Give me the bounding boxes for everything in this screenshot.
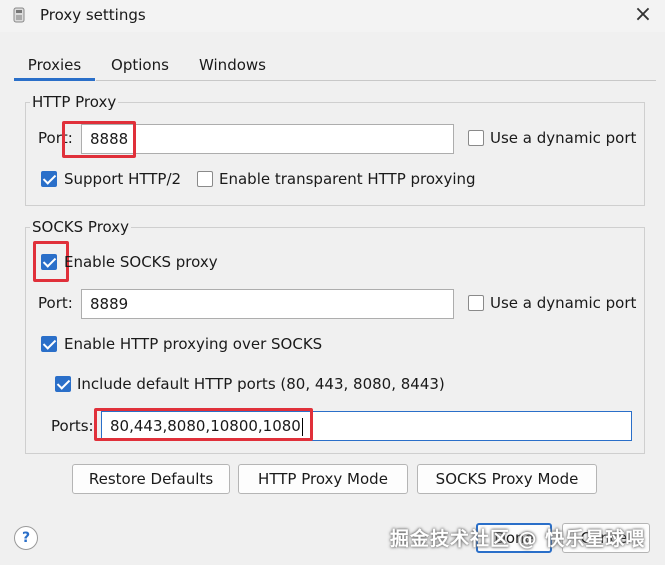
socks-dynamic-port-checkbox[interactable] — [468, 295, 484, 311]
transparent-proxy-label: Enable transparent HTTP proxying — [219, 170, 476, 188]
socks-dynamic-port-label: Use a dynamic port — [490, 294, 637, 312]
include-default-ports-checkbox[interactable] — [55, 376, 71, 392]
include-default-ports-label: Include default HTTP ports (80, 443, 808… — [77, 375, 445, 393]
socks-ports-label: Ports: — [51, 417, 94, 435]
app-icon — [13, 7, 25, 23]
http-proxy-group-title: HTTP Proxy — [30, 93, 119, 111]
tab-divider — [96, 80, 656, 81]
restore-defaults-button[interactable]: Restore Defaults — [72, 464, 230, 494]
enable-socks-label: Enable SOCKS proxy — [64, 253, 218, 271]
tab-proxies[interactable]: Proxies — [14, 56, 95, 80]
http-over-socks-checkbox[interactable] — [41, 336, 57, 352]
tab-options[interactable]: Options — [102, 56, 178, 80]
close-icon[interactable]: × — [630, 2, 656, 28]
http-over-socks-label: Enable HTTP proxying over SOCKS — [64, 335, 323, 353]
support-http2-checkbox[interactable] — [41, 171, 57, 187]
http-proxy-mode-button[interactable]: HTTP Proxy Mode — [238, 464, 408, 494]
http-dynamic-port-label: Use a dynamic port — [490, 129, 637, 147]
watermark: 掘金技术社区 @ 快乐星球喂 — [390, 528, 646, 550]
http-dynamic-port-checkbox[interactable] — [468, 130, 484, 146]
socks-proxy-mode-button[interactable]: SOCKS Proxy Mode — [417, 464, 597, 494]
help-icon[interactable]: ? — [14, 526, 38, 550]
tab-windows[interactable]: Windows — [190, 56, 275, 80]
http-port-highlight — [62, 121, 136, 158]
http-port-input[interactable]: 8888 — [81, 124, 454, 154]
socks-port-input[interactable]: 8889 — [81, 289, 454, 319]
active-tab-indicator — [14, 78, 95, 81]
window-title: Proxy settings — [40, 6, 146, 24]
socks-proxy-group-title: SOCKS Proxy — [30, 218, 132, 236]
socks-ports-highlight — [94, 408, 313, 441]
support-http2-label: Support HTTP/2 — [64, 170, 182, 188]
socks-port-label: Port: — [38, 294, 73, 312]
transparent-proxy-checkbox[interactable] — [197, 171, 213, 187]
